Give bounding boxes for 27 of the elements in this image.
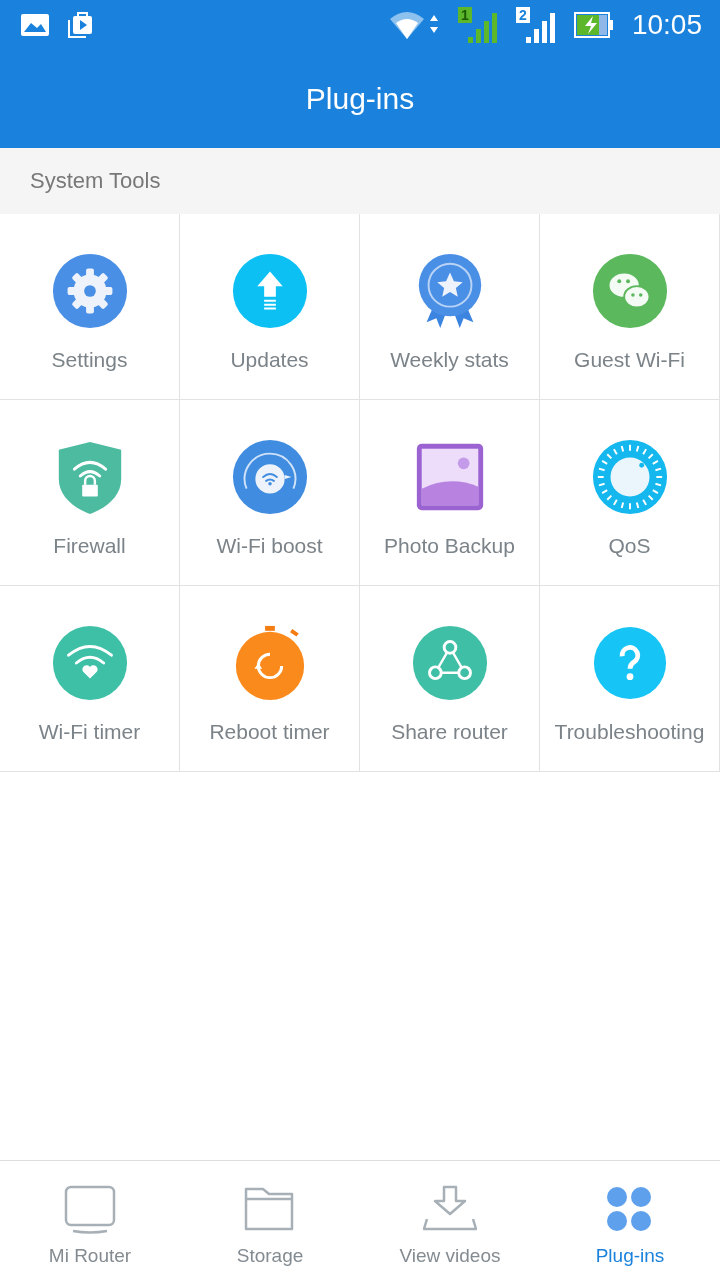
plugin-tile[interactable]: Firewall bbox=[0, 400, 180, 586]
page-title: Plug-ins bbox=[305, 82, 415, 116]
plugin-tile[interactable]: Troubleshooting bbox=[540, 586, 720, 772]
plugin-tile[interactable]: Reboot timer bbox=[180, 586, 360, 772]
sim-label: 2 bbox=[515, 7, 530, 23]
plugin-tile[interactable]: Guest Wi-Fi bbox=[540, 214, 720, 400]
plugin-tile[interactable]: Photo Backup bbox=[360, 400, 540, 586]
chat-bubbles-icon bbox=[590, 252, 669, 330]
plugin-tile[interactable]: Settings bbox=[0, 214, 180, 400]
image-icon bbox=[20, 13, 50, 37]
status-time: 10:05 bbox=[631, 9, 702, 41]
plugin-tile[interactable]: Weekly stats bbox=[360, 214, 540, 400]
plugin-tile[interactable]: Wi-Fi boost bbox=[180, 400, 360, 586]
speedometer-wifi-icon bbox=[230, 438, 309, 516]
monitor-icon bbox=[63, 1183, 117, 1237]
signal-icon bbox=[525, 13, 556, 43]
sim-label: 1 bbox=[457, 7, 472, 23]
section-title: System Tools bbox=[30, 168, 161, 194]
plugin-tile[interactable]: QoS bbox=[540, 400, 720, 586]
plugin-tile[interactable]: Updates bbox=[180, 214, 360, 400]
plugin-tile[interactable]: Share router bbox=[360, 586, 540, 772]
dial-knob-icon bbox=[590, 438, 669, 516]
gear-icon bbox=[50, 252, 129, 330]
share-nodes-icon bbox=[410, 624, 489, 702]
plugin-tile[interactable]: Wi-Fi timer bbox=[0, 586, 180, 772]
signal-icon bbox=[467, 13, 498, 43]
battery-charging-icon bbox=[573, 12, 614, 38]
